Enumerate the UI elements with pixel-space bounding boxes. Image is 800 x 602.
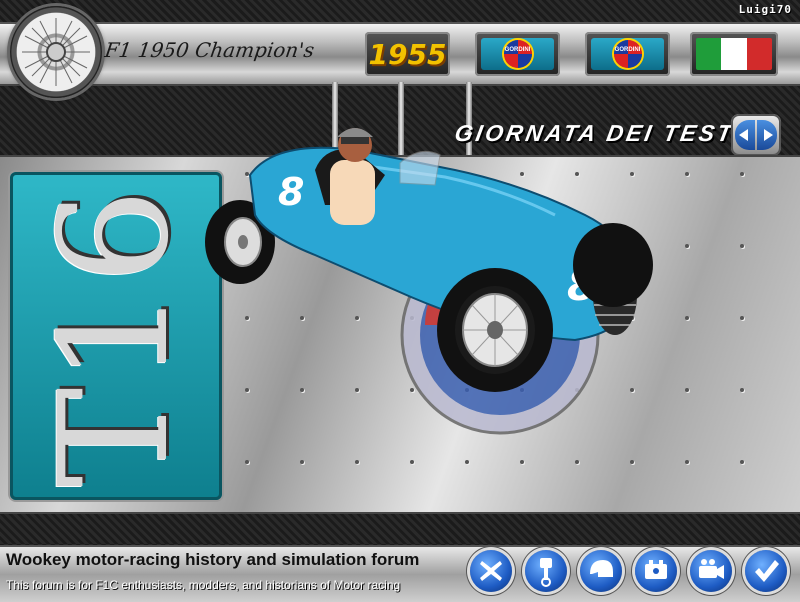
wire-wheel-logo-icon — [10, 6, 102, 98]
forum-title: Wookey motor-racing history and simulati… — [6, 550, 420, 569]
rivet — [740, 316, 744, 320]
team-badge-button[interactable]: GORDINI — [475, 32, 560, 76]
rivet — [740, 172, 744, 176]
rivet — [520, 460, 524, 464]
front-wheel-right — [573, 223, 653, 307]
rivet — [245, 460, 249, 464]
race-number-side: 8 — [278, 170, 304, 214]
camera-icon — [699, 559, 724, 579]
rivet — [685, 460, 689, 464]
season-year-badge[interactable]: 1955 — [365, 32, 450, 76]
game-screen: Luigi70 F1 1950 Champion's 1955 GORDINI … — [0, 0, 800, 602]
carbon-strip — [0, 514, 800, 544]
engine-badge-label: GORDINI — [614, 47, 641, 53]
close-x-icon — [480, 561, 502, 581]
engine-button[interactable] — [635, 550, 677, 592]
setup-button[interactable] — [525, 550, 567, 592]
italy-flag-icon — [696, 38, 772, 70]
rivet — [355, 460, 359, 464]
helmet-icon — [590, 560, 613, 577]
arrow-left-icon — [739, 129, 748, 141]
race-car-image[interactable]: 8 8 — [195, 115, 665, 445]
rivet — [575, 460, 579, 464]
section-nav-arrows[interactable] — [731, 114, 781, 156]
driver — [330, 128, 375, 225]
driver-button[interactable] — [580, 550, 622, 592]
footer-bar: Wookey motor-racing history and simulati… — [0, 545, 800, 602]
gordini-emblem-icon — [613, 40, 642, 68]
season-year: 1955 — [368, 38, 447, 71]
rivet — [465, 460, 469, 464]
rivet — [740, 388, 744, 392]
rivet — [630, 460, 634, 464]
exit-button[interactable] — [470, 550, 512, 592]
engine-badge-button[interactable]: GORDINI — [585, 32, 670, 76]
replay-button[interactable] — [690, 550, 732, 592]
rivet — [740, 460, 744, 464]
user-label: Luigi70 — [738, 3, 792, 16]
rivet — [685, 388, 689, 392]
rivet — [740, 244, 744, 248]
prev-section-button[interactable] — [735, 120, 755, 150]
nationality-flag-button[interactable] — [690, 32, 778, 76]
rivet — [410, 460, 414, 464]
piston-icon — [540, 558, 552, 587]
engine-icon — [645, 560, 667, 579]
gordini-emblem-icon — [503, 40, 532, 68]
rivet — [300, 460, 304, 464]
rivet — [685, 316, 689, 320]
game-title: F1 1950 Champion's — [103, 38, 316, 62]
arrow-right-icon — [764, 129, 773, 141]
forum-subtitle: This forum is for F1C enthusiasts, modde… — [6, 578, 401, 592]
rivet — [685, 244, 689, 248]
car-model-label: T16 — [28, 184, 202, 488]
rivet — [685, 172, 689, 176]
team-badge-label: GORDINI — [504, 47, 531, 53]
next-section-button[interactable] — [757, 120, 777, 150]
confirm-button[interactable] — [745, 550, 787, 592]
front-wheel-left — [437, 268, 553, 392]
checkmark-icon — [755, 560, 779, 582]
